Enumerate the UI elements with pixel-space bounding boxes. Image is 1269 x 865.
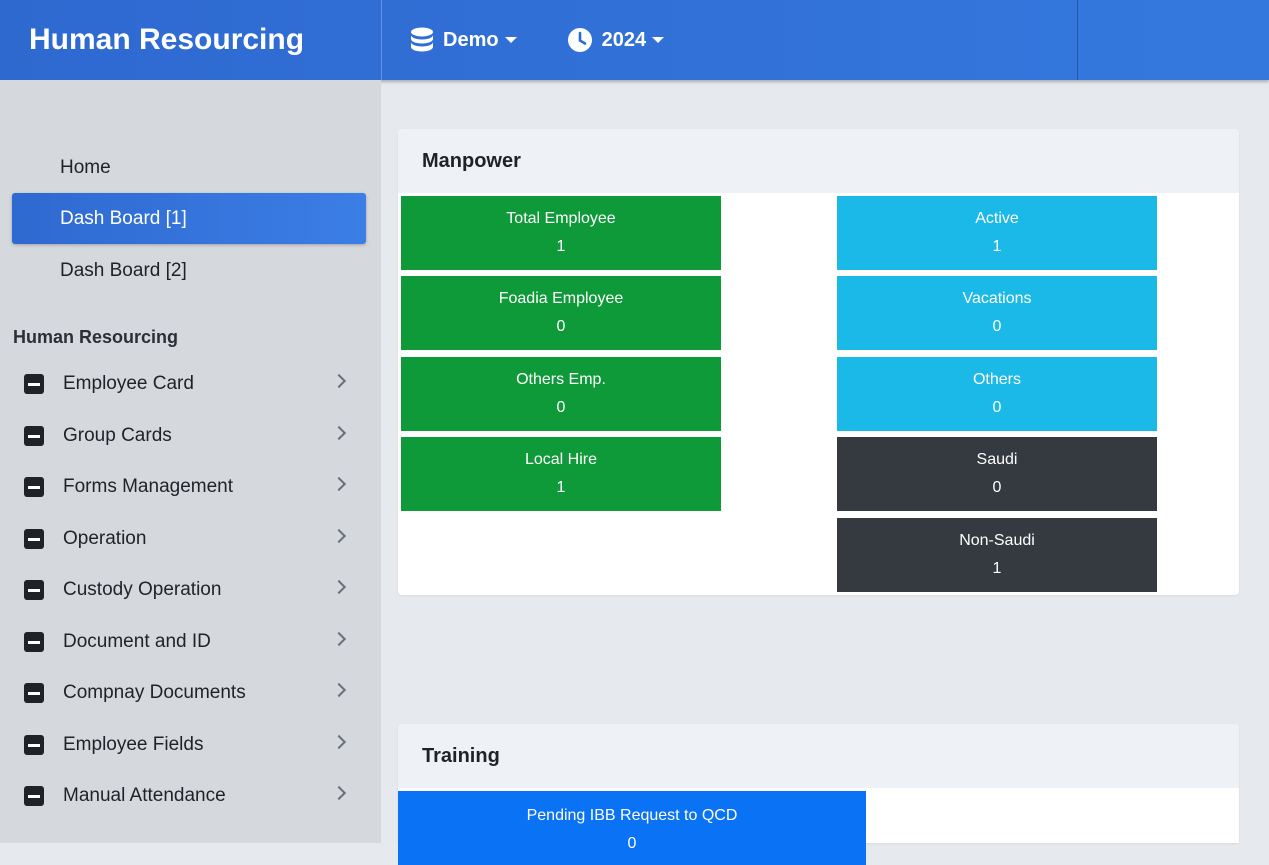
sidebar-item-label: Custody Operation [63, 578, 222, 600]
minus-square-icon [24, 579, 44, 600]
year-label: 2024 [601, 28, 647, 51]
sidebar-item-label: Forms Management [63, 475, 234, 497]
tile-label: Local Hire [524, 451, 598, 468]
local-hire-tile[interactable]: Local Hire 1 [401, 437, 721, 511]
sidebar-item-label: Compnay Documents [63, 681, 246, 703]
pending-ibb-request-tile[interactable]: Pending IBB Request to QCD 0 [398, 791, 866, 865]
training-card-title: Training [398, 724, 1239, 788]
tile-value: 1 [992, 238, 1002, 255]
grid-icon [21, 260, 43, 282]
tile-label: Others [972, 371, 1021, 388]
others-tile[interactable]: Others 0 [837, 357, 1157, 431]
sidebar-item-forms-management[interactable]: Forms Management [12, 461, 366, 512]
chevron-right-icon [331, 734, 347, 750]
top-navbar: Human Resourcing Demo 2024 [0, 0, 1269, 80]
tile-label: Total Employee [506, 210, 616, 227]
database-dropdown[interactable]: Demo [410, 0, 517, 80]
grid-icon [21, 208, 43, 230]
chevron-right-icon [331, 528, 347, 544]
sidebar-item-operation[interactable]: Operation [12, 513, 366, 564]
app-title[interactable]: Human Resourcing [0, 0, 382, 80]
tile-value: 0 [556, 318, 566, 335]
tile-label: Saudi [976, 451, 1018, 468]
minus-square-icon [24, 785, 44, 806]
minus-square-icon [24, 631, 44, 652]
tile-value: 0 [627, 835, 637, 852]
sidebar-item-group-cards[interactable]: Group Cards [12, 410, 366, 461]
sidebar-item-label: Employee Fields [63, 733, 204, 755]
minus-square-icon [24, 682, 44, 703]
tile-value: 0 [556, 399, 566, 416]
manpower-card: Manpower Total Employee 1 Foadia Employe… [398, 129, 1239, 595]
minus-square-icon [24, 476, 44, 497]
manpower-card-title: Manpower [398, 129, 1239, 193]
tile-value: 0 [992, 479, 1002, 496]
sidebar-item-custody-operation[interactable]: Custody Operation [12, 564, 366, 615]
tile-value: 1 [992, 560, 1002, 577]
non-saudi-tile[interactable]: Non-Saudi 1 [837, 518, 1157, 592]
chevron-down-icon [504, 37, 517, 43]
sidebar-item-label: Dash Board [1] [60, 207, 187, 229]
minus-square-icon [24, 528, 44, 549]
chevron-right-icon [331, 425, 347, 441]
vacations-tile[interactable]: Vacations 0 [837, 276, 1157, 350]
sidebar-item-dashboard-2[interactable]: Dash Board [2] [12, 245, 366, 296]
chevron-right-icon [331, 476, 347, 492]
others-emp-tile[interactable]: Others Emp. 0 [401, 357, 721, 431]
tile-label: Non-Saudi [959, 532, 1035, 549]
sidebar-item-label: Document and ID [63, 630, 211, 652]
tile-label: Foadia Employee [498, 290, 624, 307]
minus-square-icon [24, 734, 44, 755]
tile-label: Pending IBB Request to QCD [526, 807, 738, 824]
tile-label: Vacations [962, 290, 1032, 307]
chevron-right-icon [331, 579, 347, 595]
minus-square-icon [24, 373, 44, 394]
sidebar-item-home[interactable]: Home [12, 142, 366, 193]
clock-icon [567, 28, 592, 52]
chevron-right-icon [331, 373, 347, 389]
sidebar-item-label: Dash Board [2] [60, 259, 187, 281]
total-employee-tile[interactable]: Total Employee 1 [401, 196, 721, 270]
foadia-employee-tile[interactable]: Foadia Employee 0 [401, 276, 721, 350]
sidebar-item-employee-card[interactable]: Employee Card [12, 358, 366, 409]
chevron-right-icon [331, 785, 347, 801]
active-tile[interactable]: Active 1 [837, 196, 1157, 270]
chevron-right-icon [331, 682, 347, 698]
sidebar-item-label: Group Cards [63, 424, 172, 446]
sidebar-item-employee-fields[interactable]: Employee Fields [12, 719, 366, 770]
sidebar-item-dashboard-1[interactable]: Dash Board [1] [12, 193, 366, 244]
sidebar-item-label: Manual Attendance [63, 784, 226, 806]
sidebar-item-label: Home [60, 156, 111, 178]
tile-label: Active [975, 210, 1019, 227]
tile-label: Others Emp. [516, 371, 606, 388]
chevron-down-icon [652, 37, 665, 43]
minus-square-icon [24, 425, 44, 446]
grid-icon [21, 157, 43, 179]
navbar-divider [1077, 0, 1078, 80]
tile-value: 0 [992, 399, 1002, 416]
database-label: Demo [443, 28, 499, 51]
tile-value: 1 [556, 479, 566, 496]
database-icon [411, 27, 433, 52]
sidebar-item-document-and-id[interactable]: Document and ID [12, 616, 366, 667]
sidebar-item-label: Operation [63, 527, 147, 549]
sidebar-item-label: Employee Card [63, 372, 194, 394]
tile-value: 1 [556, 238, 566, 255]
year-dropdown[interactable]: 2024 [567, 0, 665, 80]
chevron-right-icon [331, 631, 347, 647]
sidebar: Home Dash Board [1] Dash Board [2] Human… [0, 80, 381, 843]
tile-value: 0 [992, 318, 1002, 335]
sidebar-item-manual-attendance[interactable]: Manual Attendance [12, 770, 366, 821]
saudi-tile[interactable]: Saudi 0 [837, 437, 1157, 511]
training-card: Training Pending IBB Request to QCD 0 [398, 724, 1239, 865]
sidebar-section-heading: Human Resourcing [13, 327, 179, 347]
sidebar-item-company-documents[interactable]: Compnay Documents [12, 667, 366, 718]
